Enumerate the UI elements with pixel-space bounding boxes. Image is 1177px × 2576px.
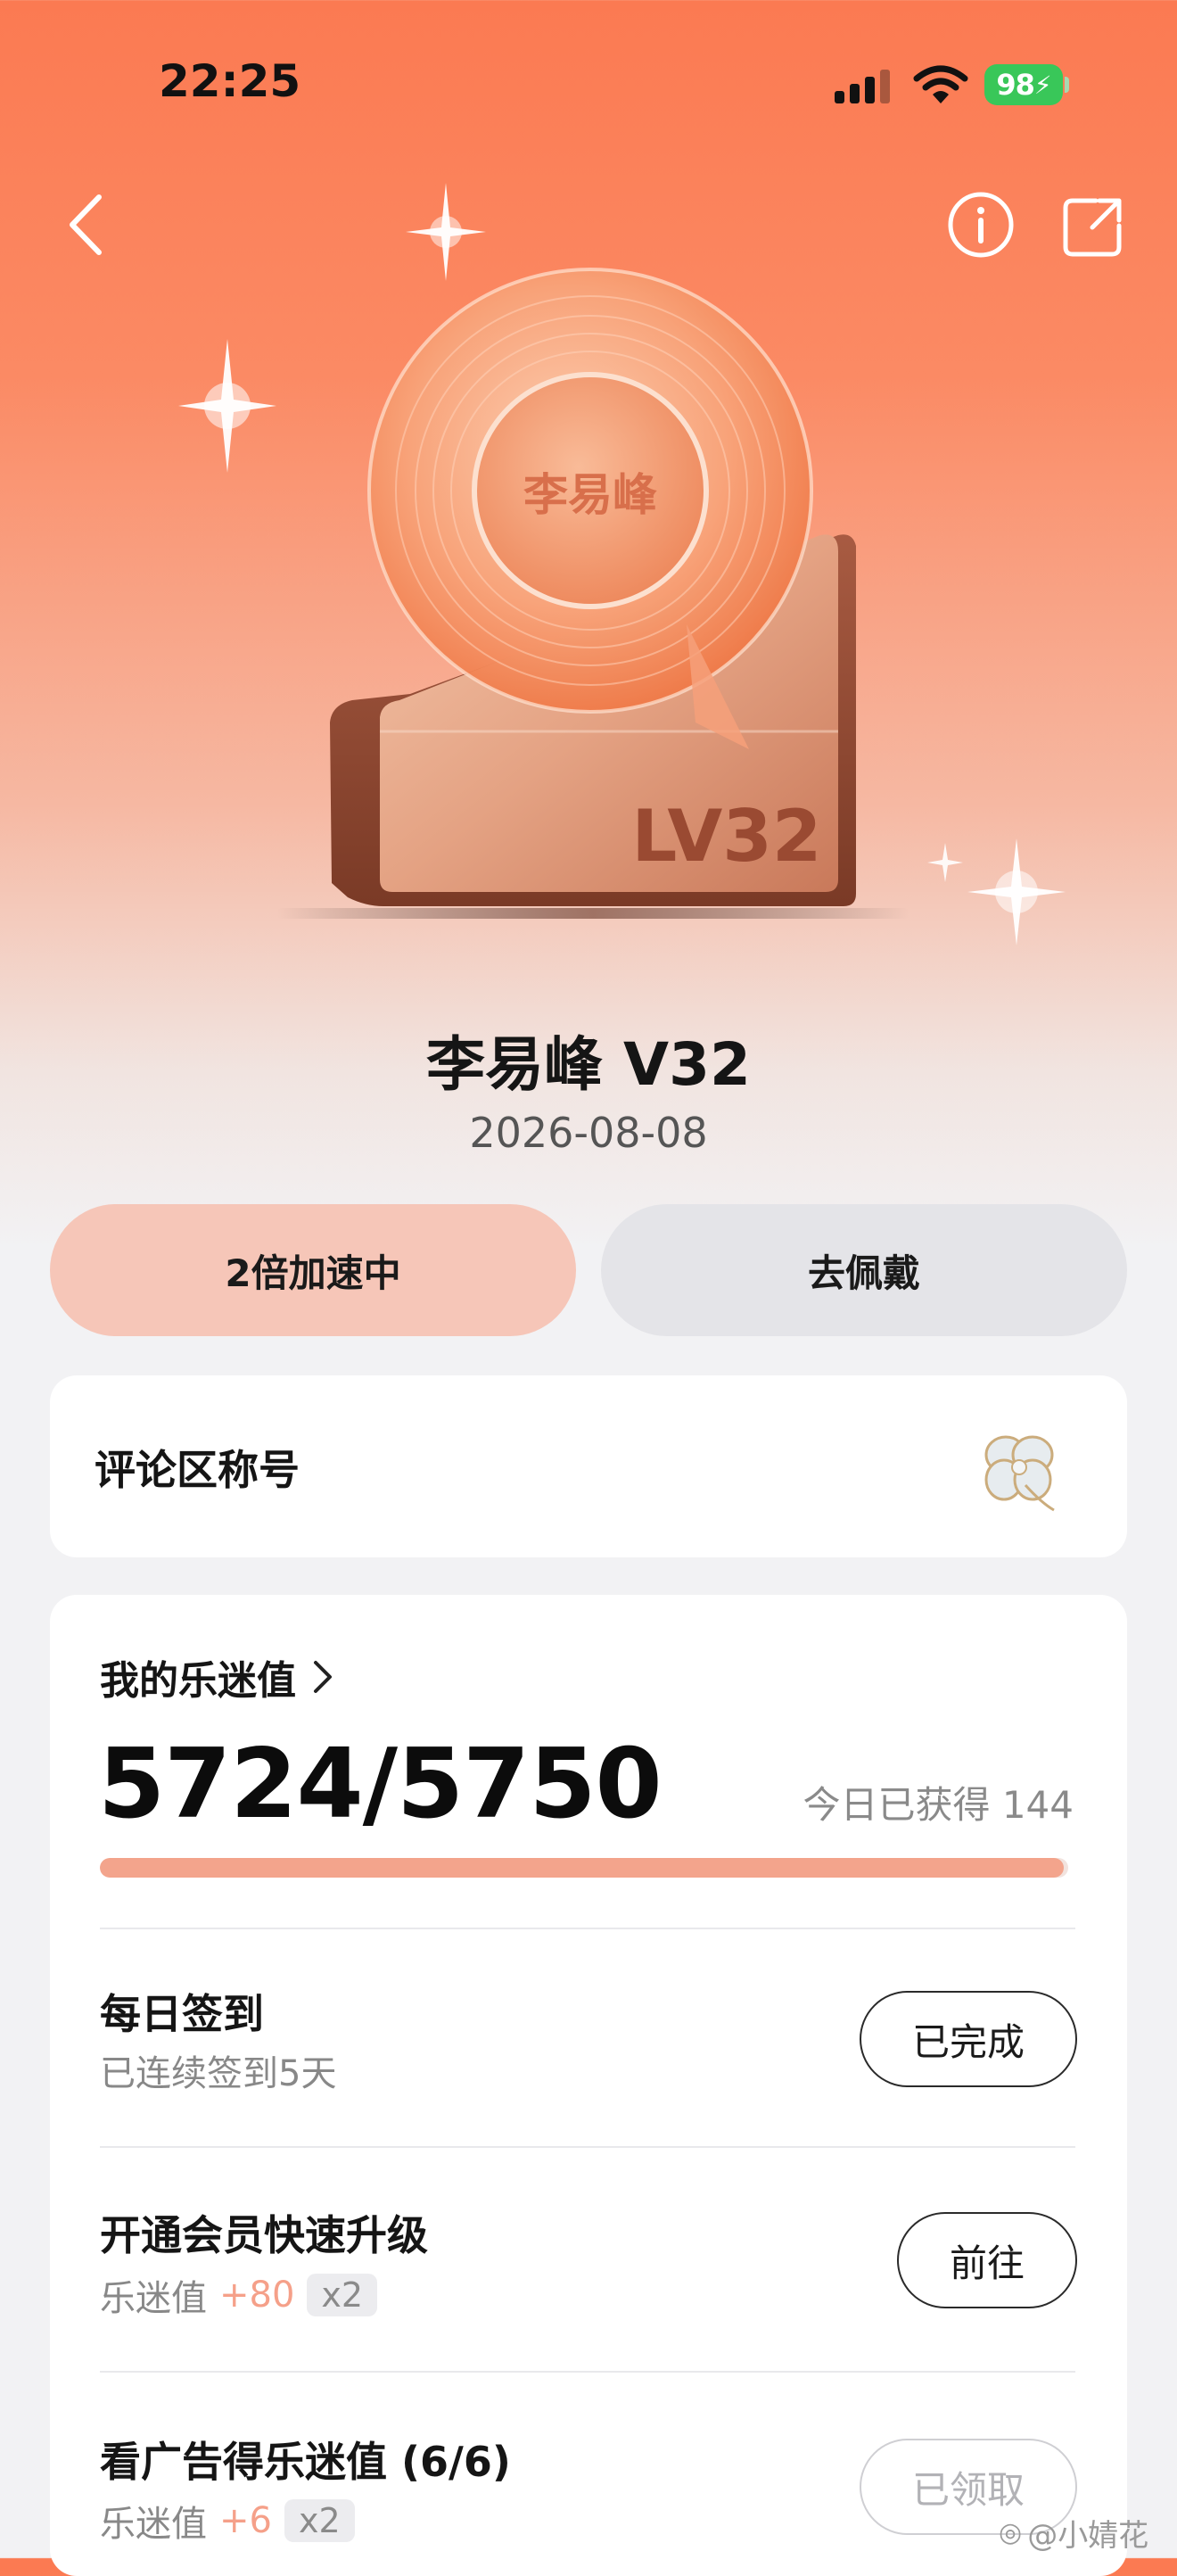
task-title: 开通会员快速升级 (100, 2211, 428, 2259)
wear-badge-button[interactable]: 去佩戴 (601, 1204, 1127, 1336)
chevron-right-icon (314, 1661, 332, 1693)
info-icon (948, 192, 1014, 258)
task-subtitle: 已连续签到5天 (100, 2044, 336, 2096)
fan-value-progress (100, 1858, 1068, 1878)
level-badge-image: 李易峰 LV32 (276, 268, 910, 919)
speed-boost-button[interactable]: 2倍加速中 (50, 1204, 576, 1336)
back-button[interactable] (54, 187, 116, 262)
divider (100, 2146, 1075, 2148)
task-sub-prefix: 乐迷值 (100, 2278, 207, 2319)
task-plus-value: +80 (219, 2275, 295, 2316)
task-button-label: 已完成 (911, 2019, 1025, 2064)
status-time: 22:25 (159, 55, 301, 107)
task-title: 看广告得乐迷值 (6/6) (100, 2438, 511, 2486)
divider (100, 2371, 1075, 2373)
fan-value-number: 5724/5750 (98, 1729, 663, 1840)
fan-value-label: 我的乐迷值 (100, 1658, 296, 1704)
badge-level-text: LV32 (631, 795, 821, 878)
cellular-signal-icon (835, 70, 890, 103)
fan-value-link[interactable]: 我的乐迷值 (100, 1648, 333, 1705)
wifi-icon (913, 65, 968, 103)
sparkle-icon (927, 843, 963, 882)
weibo-icon: ◎ (999, 2517, 1023, 2548)
task-title: 每日签到 (100, 1990, 264, 2038)
task-multiplier-badge: x2 (284, 2499, 355, 2542)
task-sub-prefix: 乐迷值 (100, 2504, 207, 2545)
sparkle-icon (967, 838, 1066, 945)
page-title: 李易峰 V32 (426, 1030, 751, 1099)
share-icon (1063, 198, 1122, 257)
task-subtitle-text: 已连续签到5天 (100, 2053, 337, 2094)
sparkle-icon (178, 339, 276, 473)
watermark: ◎ @小婧花 (999, 2511, 1148, 2555)
task-subtitle: 乐迷值 +80 x2 (100, 2269, 378, 2321)
task-plus-value: +6 (219, 2500, 272, 2541)
comment-title-label: 评论区称号 (95, 1446, 300, 1494)
sparkle-icon (406, 183, 486, 281)
progress-fill (100, 1858, 1064, 1878)
share-button[interactable] (1054, 189, 1131, 266)
clover-title-icon (984, 1435, 1055, 1512)
watermark-text: @小婧花 (1027, 2518, 1149, 2554)
badge-singer-name: 李易峰 (523, 469, 657, 521)
today-earned: 今日已获得 144 (802, 1783, 1074, 1827)
info-button[interactable] (945, 189, 1017, 260)
task-button-label: 前往 (949, 2241, 1025, 2285)
task-subtitle: 乐迷值 +6 x2 (100, 2495, 355, 2547)
task-button-label: 已领取 (911, 2467, 1025, 2512)
divider (100, 1928, 1075, 1929)
chevron-left-icon (70, 194, 102, 255)
battery-indicator: 98 ⚡ (984, 64, 1063, 105)
speed-boost-label: 2倍加速中 (225, 1251, 401, 1295)
battery-level: 98 (996, 68, 1035, 102)
wear-badge-label: 去佩戴 (807, 1251, 920, 1295)
membership-go-button[interactable]: 前往 (897, 2212, 1077, 2308)
charging-bolt-icon: ⚡ (1033, 70, 1052, 100)
battery-tip (1065, 77, 1069, 93)
daily-checkin-button[interactable]: 已完成 (860, 1991, 1077, 2087)
task-multiplier-badge: x2 (307, 2274, 378, 2316)
badge-date: 2026-08-08 (469, 1109, 708, 1157)
